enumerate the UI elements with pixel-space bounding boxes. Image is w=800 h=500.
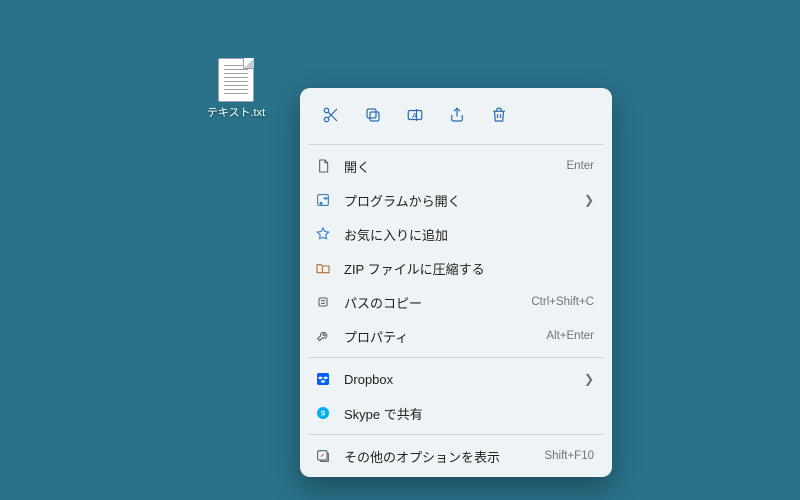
menu-compress-zip-label: ZIP ファイルに圧縮する [344, 259, 594, 278]
menu-properties[interactable]: プロパティ Alt+Enter [300, 319, 612, 353]
scissors-icon [322, 106, 340, 124]
menu-skype-share[interactable]: S Skype で共有 [300, 396, 612, 430]
menu-skype-share-label: Skype で共有 [344, 404, 594, 423]
desktop-file-txt[interactable]: テキスト.txt [198, 58, 274, 120]
menu-open-with[interactable]: プログラムから開く ❯ [300, 183, 612, 217]
share-button[interactable] [440, 98, 474, 132]
desktop-file-label: テキスト.txt [207, 104, 265, 120]
trash-icon [490, 106, 508, 124]
svg-text:S: S [321, 409, 326, 418]
copy-button[interactable] [356, 98, 390, 132]
cut-button[interactable] [314, 98, 348, 132]
star-icon [314, 225, 332, 243]
menu-more-options[interactable]: その他のオプションを表示 Shift+F10 [300, 439, 612, 473]
menu-open-accel: Enter [567, 160, 595, 172]
separator [308, 357, 604, 358]
separator [308, 144, 604, 145]
delete-button[interactable] [482, 98, 516, 132]
menu-more-options-accel: Shift+F10 [544, 450, 594, 462]
menu-properties-label: プロパティ [344, 327, 534, 346]
zip-folder-icon [314, 259, 332, 277]
chevron-right-icon: ❯ [584, 372, 594, 386]
open-with-icon [314, 191, 332, 209]
context-menu: A [300, 88, 612, 477]
menu-add-favorite-label: お気に入りに追加 [344, 225, 594, 244]
menu-copy-path-label: パスのコピー [344, 293, 519, 312]
menu-copy-path[interactable]: パスのコピー Ctrl+Shift+C [300, 285, 612, 319]
menu-compress-zip[interactable]: ZIP ファイルに圧縮する [300, 251, 612, 285]
rename-icon: A [406, 106, 424, 124]
skype-icon: S [314, 404, 332, 422]
menu-copy-path-accel: Ctrl+Shift+C [531, 296, 594, 308]
copy-path-icon [314, 293, 332, 311]
menu-dropbox-label: Dropbox [344, 372, 572, 387]
context-menu-toolbar: A [300, 94, 612, 140]
dropbox-icon [314, 370, 332, 388]
menu-add-favorite[interactable]: お気に入りに追加 [300, 217, 612, 251]
copy-icon [364, 106, 382, 124]
menu-properties-accel: Alt+Enter [546, 330, 594, 342]
menu-open[interactable]: 開く Enter [300, 149, 612, 183]
wrench-icon [314, 327, 332, 345]
document-icon [314, 157, 332, 175]
separator [308, 434, 604, 435]
text-file-icon [218, 58, 254, 102]
share-icon [448, 106, 466, 124]
chevron-right-icon: ❯ [584, 193, 594, 207]
menu-open-with-label: プログラムから開く [344, 191, 572, 210]
menu-more-options-label: その他のオプションを表示 [344, 447, 532, 466]
menu-open-label: 開く [344, 157, 555, 176]
more-options-icon [314, 447, 332, 465]
rename-button[interactable]: A [398, 98, 432, 132]
menu-dropbox[interactable]: Dropbox ❯ [300, 362, 612, 396]
